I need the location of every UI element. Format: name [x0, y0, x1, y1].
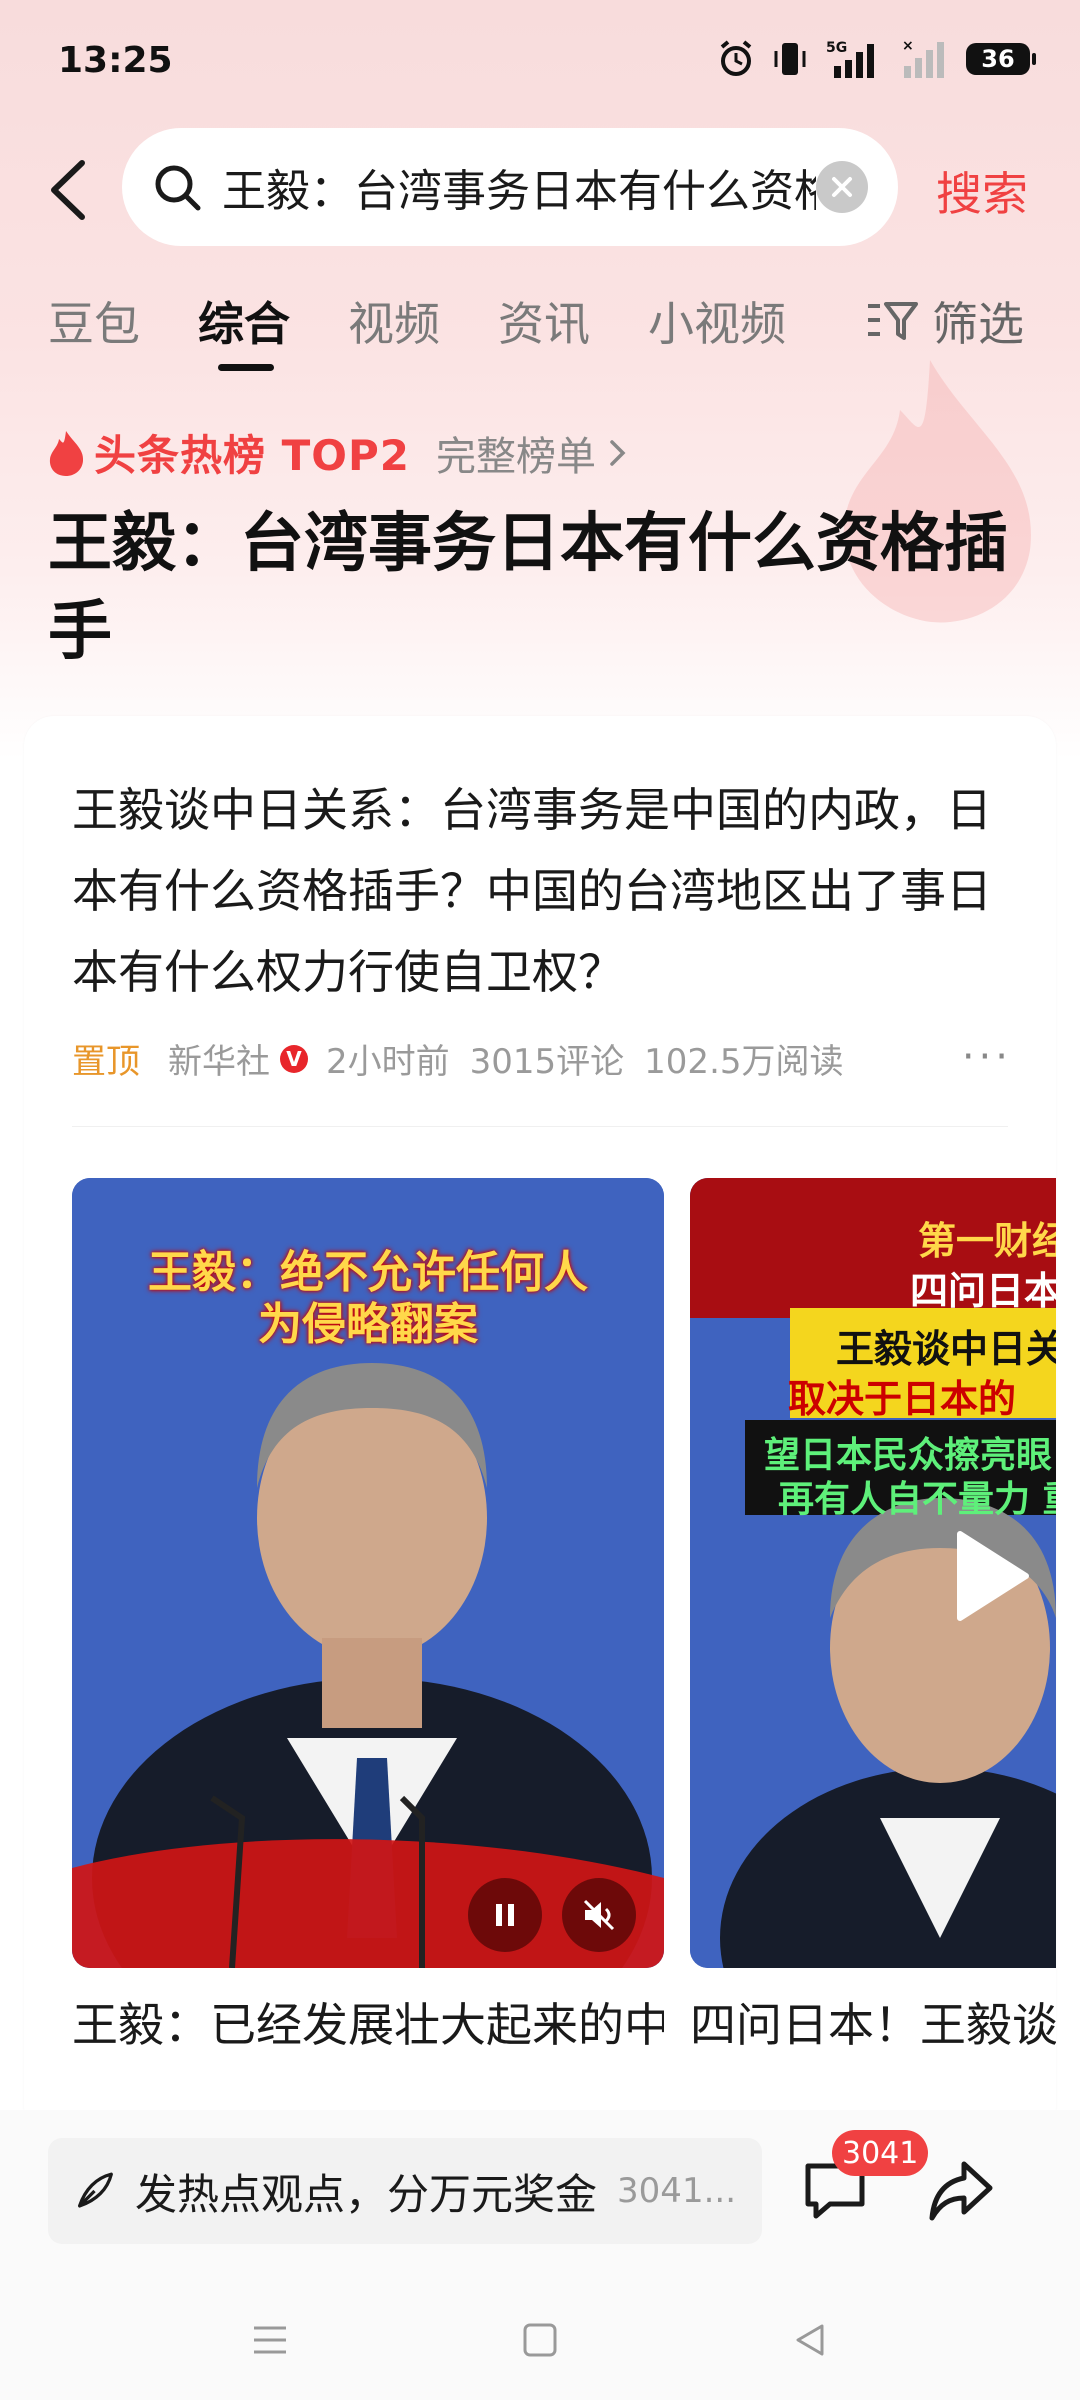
video2-overlay-green-2: 再有人自不量力 重	[778, 1479, 1056, 1520]
full-list-link[interactable]: 完整榜单	[436, 424, 596, 482]
search-query-text: 王毅：台湾事务日本有什么资格插手	[222, 166, 816, 217]
video-thumbnail-1[interactable]: 王毅：绝不允许任何人 为侵略翻案	[72, 1178, 664, 1968]
share-icon[interactable]	[926, 2156, 996, 2226]
back-nav-button[interactable]	[780, 2310, 840, 2370]
video-overlay-subtitle: 为侵略翻案	[258, 1299, 478, 1350]
search-button[interactable]: 搜索	[936, 158, 1028, 224]
article-time: 2小时前	[326, 1042, 450, 1082]
status-time: 13:25	[58, 40, 173, 81]
back-arrow-icon	[51, 160, 85, 220]
play-icon[interactable]	[952, 1528, 1032, 1624]
search-icon	[155, 165, 201, 211]
search-input[interactable]: 王毅：台湾事务日本有什么资格插手	[122, 128, 898, 246]
vibrate-icon	[772, 39, 808, 79]
hot-rank-label: 头条热榜 TOP2	[94, 431, 410, 480]
chevron-right-icon	[610, 439, 626, 466]
article-reads: 102.5万阅读	[644, 1042, 844, 1082]
alarm-icon	[716, 39, 756, 79]
home-nav-icon	[523, 2323, 557, 2357]
filter-button[interactable]: 筛选	[866, 288, 1024, 354]
menu-nav-icon	[254, 2326, 286, 2354]
video-thumbnail-2[interactable]: 第一财经 四问日本 王毅谈中日关 取决于日本的 望日本民众擦亮眼 再有人自不量力…	[690, 1178, 1056, 1968]
mute-button[interactable]	[562, 1878, 636, 1952]
article-meta: 置顶 新华社 V 2小时前 3015评论 102.5万阅读 ···	[72, 1034, 1012, 1083]
card-divider	[72, 1126, 1008, 1127]
pause-icon	[496, 1904, 514, 1926]
pinned-label: 置顶	[72, 1042, 140, 1082]
svg-text:×: ×	[902, 38, 914, 54]
comment-placeholder: 发热点观点，分万元奖金	[135, 2169, 598, 2219]
status-bar: 13:25 5G × 36	[0, 0, 1080, 120]
more-options-icon[interactable]: ···	[962, 1034, 1012, 1080]
filter-label: 筛选	[932, 297, 1024, 351]
signal-weak-icon: ×	[898, 38, 950, 80]
pen-icon	[77, 2172, 113, 2208]
home-nav-button[interactable]	[510, 2310, 570, 2370]
battery-icon: 36	[966, 43, 1036, 75]
tab-doubao[interactable]: 豆包	[48, 288, 140, 354]
hot-topic-title[interactable]: 王毅：台湾事务日本有什么资格插手	[48, 500, 1008, 676]
comment-count-hint: 3041...	[617, 2171, 736, 2211]
clear-icon	[832, 177, 852, 197]
hot-rank-badge[interactable]: 头条热榜 TOP2 完整榜单	[46, 422, 630, 483]
video-caption-1[interactable]: 王毅：已经发展壮大起来的中国和14亿中国人民绝不	[72, 1990, 664, 2060]
svg-text:5G: 5G	[826, 40, 847, 56]
flame-icon	[49, 430, 84, 476]
filter-icon	[868, 302, 918, 340]
video-caption-2[interactable]: 四问日本！王毅谈中日关系：两国关系走向	[690, 1990, 1056, 2060]
signal-5g-icon: 5G	[824, 38, 882, 80]
article-comments: 3015评论	[469, 1042, 625, 1082]
back-nav-icon	[796, 2324, 824, 2356]
video2-overlay-brand: 第一财经	[918, 1219, 1056, 1263]
tab-comprehensive[interactable]: 综合	[198, 288, 290, 354]
article-source[interactable]: 新华社	[168, 1034, 270, 1083]
back-button[interactable]	[44, 150, 104, 230]
video2-overlay-yellow-2: 取决于日本的	[788, 1377, 1017, 1421]
verified-icon: V	[280, 1044, 308, 1073]
active-tab-indicator	[218, 364, 274, 371]
pause-button[interactable]	[468, 1878, 542, 1952]
tab-short-video[interactable]: 小视频	[648, 288, 786, 354]
comment-count-badge: 3041	[832, 2130, 929, 2176]
video2-overlay-title: 四问日本	[910, 1269, 1056, 1313]
mute-icon	[583, 1899, 615, 1931]
tab-news[interactable]: 资讯	[498, 288, 590, 354]
menu-nav-button[interactable]	[240, 2310, 300, 2370]
tab-video[interactable]: 视频	[348, 288, 440, 354]
clear-search-button[interactable]	[816, 161, 868, 213]
comment-input[interactable]: 发热点观点，分万元奖金 3041...	[48, 2138, 762, 2244]
status-icons: 5G × 36	[716, 38, 1036, 80]
article-summary[interactable]: 王毅谈中日关系：台湾事务是中国的内政，日本有什么资格插手？中国的台湾地区出了事日…	[72, 770, 1012, 1013]
video2-overlay-yellow-1: 王毅谈中日关	[836, 1327, 1056, 1371]
